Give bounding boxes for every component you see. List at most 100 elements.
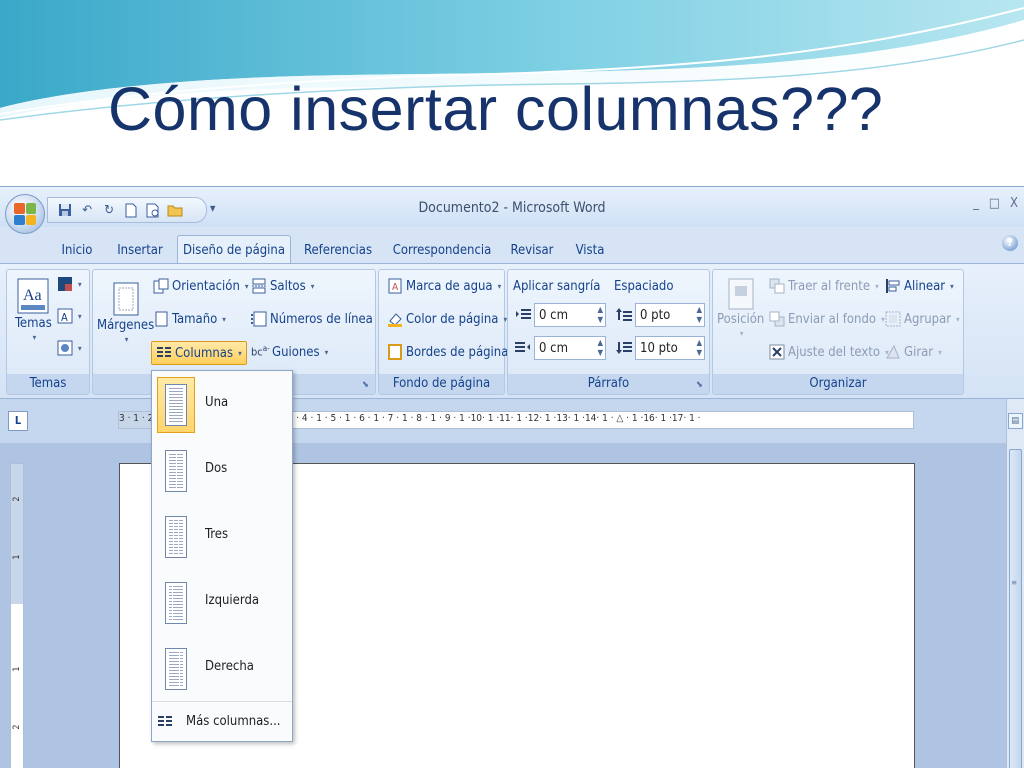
- page-borders-icon: [387, 344, 403, 360]
- group-icon: [885, 311, 901, 327]
- ajuste-del-texto-label: Ajuste del texto: [788, 344, 881, 360]
- indent-right-icon: [515, 340, 531, 356]
- traer-al-frente-button[interactable]: Traer al frente ▾: [769, 278, 879, 294]
- orientacion-button[interactable]: Orientación ▾: [153, 278, 249, 294]
- posicion-button[interactable]: Posición ▾: [717, 278, 764, 338]
- menu-separator: [152, 701, 292, 702]
- columns-option-label: Dos: [205, 461, 228, 476]
- marca-de-agua-button[interactable]: A Marca de agua ▾: [387, 278, 501, 294]
- tamano-label: Tamaño: [172, 311, 218, 327]
- tab-referencias[interactable]: Referencias: [300, 235, 376, 265]
- saltos-button[interactable]: Saltos ▾: [251, 278, 314, 294]
- orientation-icon: [153, 278, 169, 294]
- temas-button[interactable]: Aa Temas ▾: [15, 278, 52, 342]
- group-label-parrafo: Párrafo: [508, 374, 709, 394]
- tab-selector-button[interactable]: L: [8, 411, 28, 431]
- ribbon-tabs: Inicio Insertar Diseño de página Referen…: [0, 227, 1024, 265]
- tab-insertar[interactable]: Insertar: [110, 235, 170, 265]
- mas-columnas-option[interactable]: Más columnas...: [152, 707, 292, 737]
- vruler-number: 1: [12, 554, 22, 560]
- theme-fonts-icon: A: [57, 308, 73, 324]
- enviar-al-fondo-label: Enviar al fondo: [788, 311, 877, 327]
- theme-colors-button[interactable]: ▾: [57, 276, 82, 292]
- agrupar-button[interactable]: Agrupar ▾: [885, 311, 960, 327]
- columns-option-label: Derecha: [205, 659, 254, 674]
- maximize-button[interactable]: □: [989, 196, 1000, 211]
- space-before-spinner-icon[interactable]: ▲ ▼: [696, 305, 702, 325]
- tab-vista[interactable]: Vista: [568, 235, 612, 265]
- indent-right-spinner-icon[interactable]: ▲ ▼: [597, 338, 603, 358]
- configurar-launcher-icon[interactable]: ⬊: [362, 380, 372, 390]
- saltos-label: Saltos: [270, 278, 306, 294]
- columns-option-una[interactable]: Una: [152, 373, 292, 435]
- svg-text:Aa: Aa: [23, 287, 42, 304]
- aplicar-sangria-title: Aplicar sangría: [513, 279, 601, 294]
- three-columns-icon: [165, 516, 187, 558]
- tab-correspondencia[interactable]: Correspondencia: [388, 235, 496, 265]
- tab-inicio[interactable]: Inicio: [52, 235, 102, 265]
- indent-left-input[interactable]: 0 cm ▲ ▼: [534, 303, 606, 327]
- vertical-scrollbar[interactable]: ▤ ≡: [1006, 399, 1024, 768]
- girar-label: Girar: [904, 344, 934, 360]
- orientacion-label: Orientación: [172, 278, 240, 294]
- help-icon[interactable]: ?: [1002, 235, 1018, 251]
- columns-option-derecha[interactable]: Derecha: [152, 637, 292, 699]
- space-after-input[interactable]: 10 pto ▲ ▼: [635, 336, 705, 360]
- columns-option-izquierda[interactable]: Izquierda: [152, 571, 292, 633]
- tab-revisar[interactable]: Revisar: [505, 235, 559, 265]
- space-before-input[interactable]: 0 pto ▲ ▼: [635, 303, 705, 327]
- watermark-icon: A: [387, 278, 403, 294]
- scrollbar-grip-icon: ≡: [1011, 578, 1018, 587]
- group-label-temas: Temas: [7, 374, 89, 394]
- themes-icon: Aa: [17, 278, 49, 314]
- columns-icon: [156, 345, 172, 361]
- indent-left-icon: [515, 307, 531, 323]
- indent-right-input[interactable]: 0 cm ▲ ▼: [534, 336, 606, 360]
- window-title: Documento2 - Microsoft Word: [418, 200, 606, 216]
- theme-effects-icon: [57, 340, 73, 356]
- theme-fonts-button[interactable]: A ▾: [57, 308, 82, 324]
- parrafo-launcher-icon[interactable]: ⬊: [696, 380, 706, 390]
- svg-text:A: A: [61, 311, 68, 324]
- columns-option-dos[interactable]: Dos: [152, 439, 292, 501]
- tab-diseno-de-pagina[interactable]: Diseño de página: [177, 235, 291, 265]
- indent-right-value: 0 cm: [539, 340, 568, 356]
- margenes-label: Márgenes: [97, 318, 155, 333]
- space-after-spinner-icon[interactable]: ▲ ▼: [696, 338, 702, 358]
- minimize-button[interactable]: _: [973, 196, 979, 211]
- vertical-ruler[interactable]: 2 1 1 2: [10, 463, 24, 768]
- svg-text:A: A: [392, 282, 399, 293]
- guiones-button[interactable]: bca- Guiones ▾: [251, 344, 328, 360]
- send-to-back-icon: [769, 311, 785, 327]
- temas-button-label: Temas: [15, 316, 52, 331]
- group-organizar: Posición ▾ Traer al frente ▾ Enviar al fo…: [712, 269, 964, 395]
- numeros-de-linea-label: Números de línea: [270, 311, 373, 327]
- group-parrafo: Aplicar sangría Espaciado 0 cm ▲ ▼ 0 cm ▲…: [507, 269, 710, 395]
- columns-option-tres[interactable]: Tres: [152, 505, 292, 567]
- align-icon: [885, 278, 901, 294]
- slide-title: Cómo insertar columnas???: [108, 75, 884, 143]
- line-numbers-icon: [251, 311, 267, 327]
- enviar-al-fondo-button[interactable]: Enviar al fondo ▾: [769, 311, 885, 327]
- margins-icon: [113, 282, 139, 316]
- position-icon: [728, 278, 754, 310]
- columnas-button[interactable]: Columnas ▾: [151, 341, 247, 365]
- scrollbar-thumb[interactable]: [1009, 449, 1022, 768]
- office-button[interactable]: [5, 194, 45, 234]
- theme-colors-icon: [57, 276, 73, 292]
- ajuste-del-texto-button[interactable]: Ajuste del texto ▾: [769, 344, 889, 360]
- bordes-de-pagina-button[interactable]: Bordes de página: [387, 344, 508, 360]
- page-color-icon: [387, 311, 403, 327]
- margenes-button[interactable]: Márgenes ▾: [97, 282, 154, 344]
- girar-button[interactable]: Girar ▾: [885, 344, 942, 360]
- theme-effects-button[interactable]: ▾: [57, 340, 82, 356]
- color-de-pagina-button[interactable]: Color de página ▾: [387, 311, 507, 327]
- alinear-button[interactable]: Alinear ▾: [885, 278, 954, 294]
- space-after-icon: [616, 340, 632, 356]
- close-button[interactable]: X: [1010, 196, 1018, 211]
- indent-left-spinner-icon[interactable]: ▲ ▼: [597, 305, 603, 325]
- columns-option-label: Una: [205, 395, 229, 410]
- view-ruler-icon[interactable]: ▤: [1008, 413, 1023, 429]
- numeros-de-linea-button[interactable]: Números de línea▾: [251, 311, 381, 327]
- tamano-button[interactable]: Tamaño ▾: [153, 311, 226, 327]
